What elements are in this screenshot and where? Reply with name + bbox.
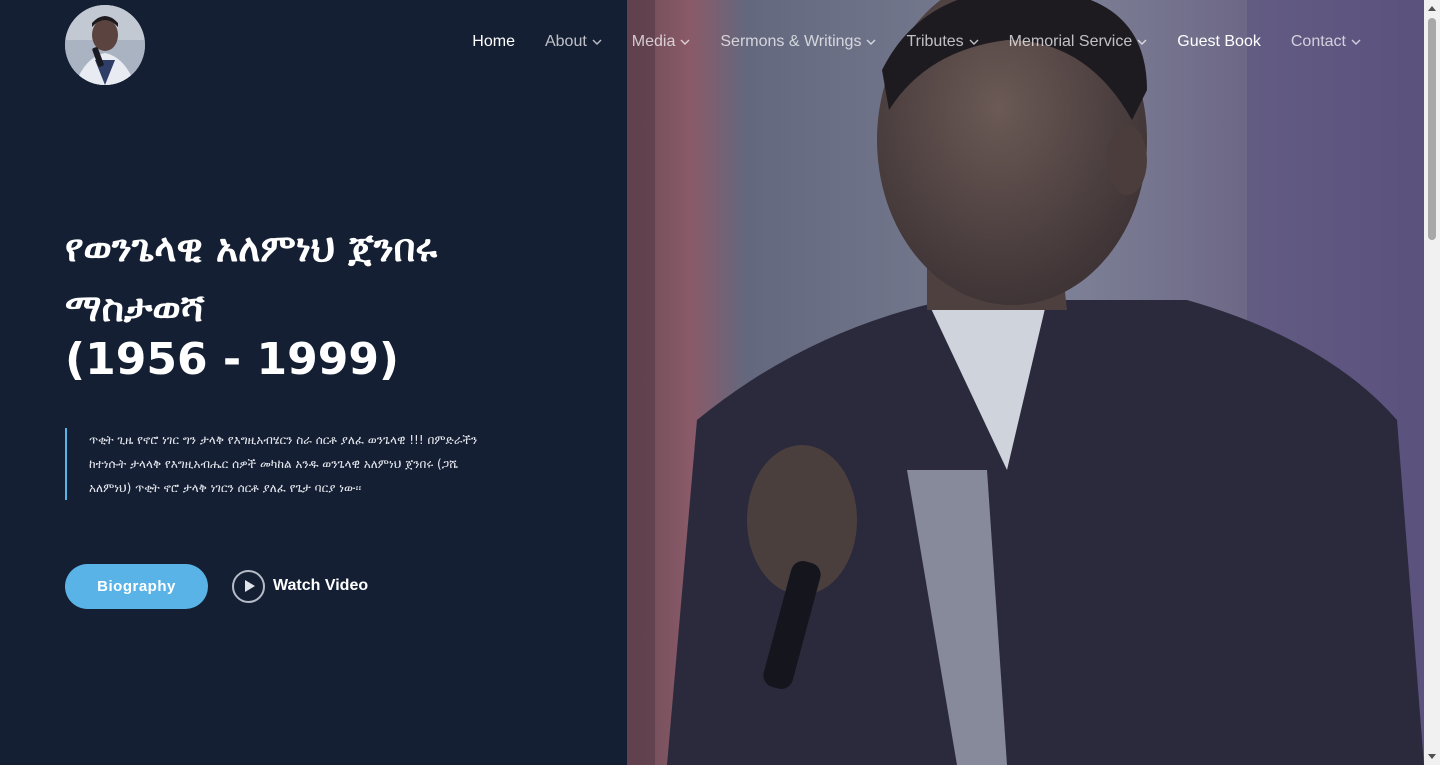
- play-icon[interactable]: [232, 569, 265, 603]
- chevron-down-icon: [866, 39, 876, 45]
- page-scrollbar[interactable]: [1424, 0, 1440, 765]
- nav-tributes[interactable]: Tributes: [906, 33, 979, 51]
- nav-about[interactable]: About: [545, 33, 602, 51]
- chevron-down-icon: [680, 39, 690, 45]
- scroll-down-icon[interactable]: [1428, 754, 1436, 759]
- nav-media-label: Media: [631, 33, 676, 50]
- nav-memorial-service-label: Memorial Service: [1008, 33, 1133, 50]
- watch-video-label: Watch Video: [273, 577, 369, 594]
- watch-video-button[interactable]: Watch Video: [232, 569, 368, 603]
- chevron-down-icon: [592, 39, 602, 45]
- chevron-down-icon: [969, 39, 979, 45]
- biography-button[interactable]: Biography: [65, 564, 208, 609]
- hero-quote: ጥቂት ጊዜ የኖሮ ነገር ግን ታላቅ የእግዚአብሄርን ስራ ሰርቶ ያ…: [65, 428, 485, 500]
- nav-guest-book-label: Guest Book: [1177, 33, 1261, 50]
- chevron-down-icon: [1137, 39, 1147, 45]
- nav-memorial-service[interactable]: Memorial Service: [1009, 33, 1148, 51]
- nav-contact[interactable]: Contact: [1291, 33, 1361, 51]
- chevron-down-icon: [1351, 39, 1361, 45]
- nav-tributes-label: Tributes: [906, 33, 964, 50]
- main-navigation: Home About Media Sermons & Writings Trib…: [472, 30, 1361, 54]
- nav-guest-book[interactable]: Guest Book: [1177, 33, 1261, 51]
- nav-home-label: Home: [472, 33, 515, 50]
- hero-portrait-photo: [627, 0, 1424, 765]
- hero-title: የወንጌላዊ አለምነህ ጀንበሩ ማስታወሻ: [65, 226, 438, 330]
- nav-sermons-writings-label: Sermons & Writings: [720, 33, 862, 50]
- hero-years: (1956 - 1999): [65, 334, 400, 385]
- scrollbar-thumb[interactable]: [1428, 18, 1436, 240]
- nav-about-label: About: [544, 33, 587, 50]
- nav-contact-label: Contact: [1290, 33, 1346, 50]
- nav-media[interactable]: Media: [632, 33, 691, 51]
- scroll-up-icon[interactable]: [1428, 6, 1436, 11]
- nav-sermons-writings[interactable]: Sermons & Writings: [720, 33, 876, 51]
- site-logo-avatar[interactable]: [65, 5, 145, 85]
- nav-home[interactable]: Home: [472, 33, 515, 51]
